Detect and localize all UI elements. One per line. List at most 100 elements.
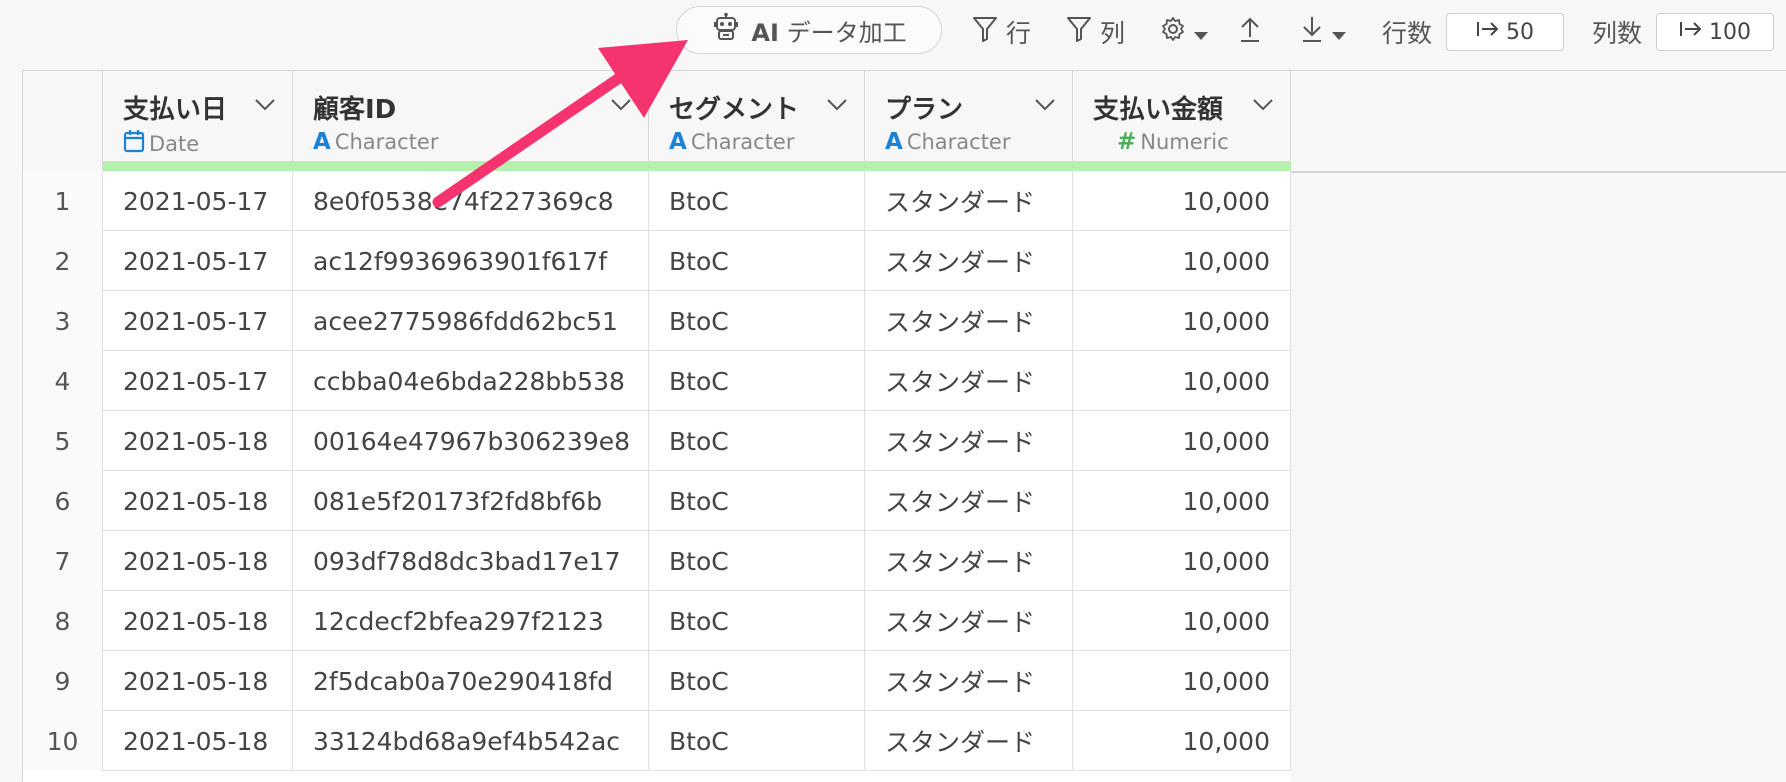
column-type-label: Character xyxy=(690,130,795,154)
chevron-down-icon[interactable] xyxy=(1034,97,1056,111)
column-type: A Character xyxy=(885,129,1011,155)
table-row[interactable]: 8 2021-05-18 12cdecf2bfea297f2123 BtoC スタンダー… xyxy=(23,591,1291,651)
sort-ascending-button[interactable] xyxy=(1238,12,1262,52)
cell-segment[interactable]: BtoC xyxy=(649,591,865,651)
cell-plan[interactable]: スタンダード xyxy=(865,231,1073,291)
column-type: A Character xyxy=(669,129,795,155)
cell-payment-amount[interactable]: 10,000 xyxy=(1073,231,1291,291)
robot-icon xyxy=(711,12,741,48)
cell-segment[interactable]: BtoC xyxy=(649,171,865,231)
cell-customer-id[interactable]: 33124bd68a9ef4b542ac xyxy=(293,711,649,771)
cell-customer-id[interactable]: 00164e47967b306239e8 xyxy=(293,411,649,471)
cell-plan[interactable]: スタンダード xyxy=(865,591,1073,651)
cell-payment-date[interactable]: 2021-05-18 xyxy=(103,591,293,651)
cell-payment-date[interactable]: 2021-05-18 xyxy=(103,711,293,771)
cell-customer-id[interactable]: 2f5dcab0a70e290418fd xyxy=(293,651,649,711)
cell-customer-id[interactable]: 12cdecf2bfea297f2123 xyxy=(293,591,649,651)
cell-payment-amount[interactable]: 10,000 xyxy=(1073,351,1291,411)
column-header-payment-date[interactable]: 支払い日 Date xyxy=(103,71,293,171)
cell-payment-amount[interactable]: 10,000 xyxy=(1073,471,1291,531)
row-count-input[interactable]: 50 xyxy=(1446,13,1564,51)
cell-payment-amount[interactable]: 10,000 xyxy=(1073,651,1291,711)
arrow-right-bar-icon xyxy=(1476,19,1500,45)
column-quality-bar xyxy=(649,161,865,171)
cell-plan[interactable]: スタンダード xyxy=(865,711,1073,771)
cell-customer-id[interactable]: 081e5f20173f2fd8bf6b xyxy=(293,471,649,531)
cell-segment[interactable]: BtoC xyxy=(649,351,865,411)
data-grid: 支払い日 Date 顧客ID A Character セグメント A Chara… xyxy=(22,70,1786,782)
row-filter-button[interactable]: 行 xyxy=(972,12,1031,52)
table-row[interactable]: 10 2021-05-18 33124bd68a9ef4b542ac BtoC スタンダ… xyxy=(23,711,1291,771)
cell-plan[interactable]: スタンダード xyxy=(865,411,1073,471)
cell-payment-amount[interactable]: 10,000 xyxy=(1073,591,1291,651)
table-row[interactable]: 7 2021-05-18 093df78d8dc3bad17e17 BtoC スタンダー… xyxy=(23,531,1291,591)
column-header-customer-id[interactable]: 顧客ID A Character xyxy=(293,71,649,171)
cell-payment-amount[interactable]: 10,000 xyxy=(1073,411,1291,471)
row-number: 6 xyxy=(23,471,103,531)
cell-plan[interactable]: スタンダード xyxy=(865,531,1073,591)
cell-customer-id[interactable]: 8e0f0538e74f227369c8 xyxy=(293,171,649,231)
cell-payment-date[interactable]: 2021-05-18 xyxy=(103,411,293,471)
column-type: # Numeric xyxy=(1117,129,1229,155)
row-number: 2 xyxy=(23,231,103,291)
table-row[interactable]: 5 2021-05-18 00164e47967b306239e8 BtoC スタンダー… xyxy=(23,411,1291,471)
column-filter-button[interactable]: 列 xyxy=(1066,12,1125,52)
cell-plan[interactable]: スタンダード xyxy=(865,171,1073,231)
column-type: A Character xyxy=(313,129,439,155)
cell-segment[interactable]: BtoC xyxy=(649,651,865,711)
cell-segment[interactable]: BtoC xyxy=(649,711,865,771)
numeric-type-icon: # xyxy=(1117,129,1137,155)
table-row[interactable]: 9 2021-05-18 2f5dcab0a70e290418fd BtoC スタンダー… xyxy=(23,651,1291,711)
cell-payment-date[interactable]: 2021-05-17 xyxy=(103,291,293,351)
column-header-payment-amount[interactable]: 支払い金額 # Numeric xyxy=(1073,71,1291,171)
table-row[interactable]: 2 2021-05-17 ac12f9936963901f617f BtoC スタンダー… xyxy=(23,231,1291,291)
cell-segment[interactable]: BtoC xyxy=(649,411,865,471)
cell-plan[interactable]: スタンダード xyxy=(865,351,1073,411)
cell-payment-date[interactable]: 2021-05-18 xyxy=(103,531,293,591)
arrow-right-bar-icon xyxy=(1679,19,1703,45)
cell-payment-date[interactable]: 2021-05-17 xyxy=(103,351,293,411)
row-number: 9 xyxy=(23,651,103,711)
calendar-icon xyxy=(123,129,145,158)
table-row[interactable]: 3 2021-05-17 acee2775986fdd62bc51 BtoC スタンダー… xyxy=(23,291,1291,351)
cell-plan[interactable]: スタンダード xyxy=(865,471,1073,531)
chevron-down-icon[interactable] xyxy=(1252,97,1274,111)
cell-segment[interactable]: BtoC xyxy=(649,471,865,531)
cell-segment[interactable]: BtoC xyxy=(649,231,865,291)
table-row[interactable]: 1 2021-05-17 8e0f0538e74f227369c8 BtoC スタンダー… xyxy=(23,171,1291,231)
chevron-down-icon[interactable] xyxy=(826,97,848,111)
sort-descending-button[interactable] xyxy=(1300,12,1346,52)
column-type-label: Character xyxy=(334,130,439,154)
cell-customer-id[interactable]: acee2775986fdd62bc51 xyxy=(293,291,649,351)
cell-customer-id[interactable]: ccbba04e6bda228bb538 xyxy=(293,351,649,411)
column-count-input[interactable]: 100 xyxy=(1656,13,1774,51)
cell-segment[interactable]: BtoC xyxy=(649,531,865,591)
cell-segment[interactable]: BtoC xyxy=(649,291,865,351)
row-number: 3 xyxy=(23,291,103,351)
cell-payment-amount[interactable]: 10,000 xyxy=(1073,171,1291,231)
cell-payment-date[interactable]: 2021-05-18 xyxy=(103,471,293,531)
ai-data-processing-button[interactable]: AI データ加工 xyxy=(676,6,942,54)
cell-plan[interactable]: スタンダード xyxy=(865,291,1073,351)
settings-menu-button[interactable] xyxy=(1160,12,1208,52)
cell-customer-id[interactable]: 093df78d8dc3bad17e17 xyxy=(293,531,649,591)
cell-plan[interactable]: スタンダード xyxy=(865,651,1073,711)
chevron-down-icon[interactable] xyxy=(254,97,276,111)
toolbar: AI データ加工 行 列 行数 50 列数 100 xyxy=(0,0,1786,64)
cell-payment-amount[interactable]: 10,000 xyxy=(1073,291,1291,351)
cell-payment-date[interactable]: 2021-05-17 xyxy=(103,231,293,291)
arrow-up-icon xyxy=(1238,15,1262,49)
chevron-down-icon[interactable] xyxy=(610,97,632,111)
column-header-plan[interactable]: プラン A Character xyxy=(865,71,1073,171)
table-row[interactable]: 6 2021-05-18 081e5f20173f2fd8bf6b BtoC スタンダー… xyxy=(23,471,1291,531)
cell-payment-date[interactable]: 2021-05-17 xyxy=(103,171,293,231)
cell-payment-date[interactable]: 2021-05-18 xyxy=(103,651,293,711)
column-type: Date xyxy=(123,129,199,158)
column-header-segment[interactable]: セグメント A Character xyxy=(649,71,865,171)
ai-label: データ加工 xyxy=(786,18,907,47)
cell-payment-amount[interactable]: 10,000 xyxy=(1073,711,1291,771)
column-type-label: Numeric xyxy=(1140,130,1229,154)
cell-payment-amount[interactable]: 10,000 xyxy=(1073,531,1291,591)
table-row[interactable]: 4 2021-05-17 ccbba04e6bda228bb538 BtoC スタンダー… xyxy=(23,351,1291,411)
cell-customer-id[interactable]: ac12f9936963901f617f xyxy=(293,231,649,291)
